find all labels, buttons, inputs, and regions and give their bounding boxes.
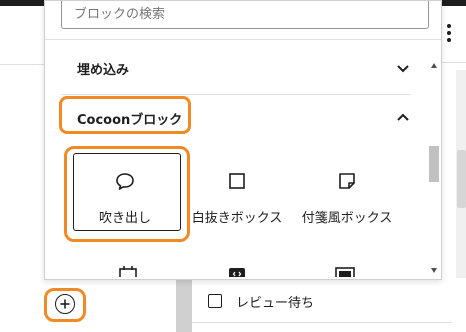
calendar-box-icon[interactable] — [118, 265, 138, 277]
category-divider — [61, 94, 411, 95]
category-cocoon[interactable]: Cocoonブロック — [61, 99, 411, 137]
scroll-down-arrow-icon[interactable] — [431, 268, 437, 273]
block-item-sticky-box[interactable]: 付箋風ボックス — [289, 153, 405, 235]
square-outline-icon — [225, 169, 249, 193]
more-options-icon[interactable] — [445, 24, 453, 44]
header-divider-right — [442, 62, 466, 63]
speech-bubble-icon — [113, 169, 137, 193]
block-item-white-box[interactable]: 白抜きボックス — [179, 153, 295, 235]
inserter-toggle-button[interactable] — [55, 294, 75, 314]
code-box-icon[interactable] — [227, 265, 247, 277]
block-item-speech-balloon[interactable]: 吹き出し — [67, 153, 183, 235]
inserter-scrollbar-thumb[interactable] — [429, 146, 439, 182]
scroll-up-arrow-icon[interactable] — [431, 63, 437, 68]
sticky-note-icon — [335, 169, 359, 193]
header-divider — [0, 64, 44, 65]
block-label: 白抜きボックス — [191, 211, 283, 226]
category-embed[interactable]: 埋め込み — [61, 49, 411, 87]
sidebar-edge — [176, 278, 192, 332]
sidebar-scrollbar-thumb[interactable] — [457, 150, 466, 208]
category-embed-label: 埋め込み — [77, 62, 130, 78]
banner-box-icon[interactable] — [335, 265, 355, 277]
plus-circle-icon — [60, 299, 70, 309]
search-divider — [45, 39, 441, 40]
chevron-down-icon — [397, 65, 409, 73]
block-search[interactable] — [61, 1, 429, 29]
chevron-up-icon — [397, 113, 409, 121]
block-search-input[interactable] — [62, 1, 428, 28]
block-label: 吹き出し — [98, 211, 151, 226]
review-label: レビュー待ち — [236, 295, 315, 311]
category-cocoon-label: Cocoonブロック — [77, 112, 183, 128]
review-checkbox[interactable] — [208, 294, 222, 308]
sidebar-divider — [192, 322, 452, 323]
block-label: 付箋風ボックス — [301, 211, 393, 226]
review-checkbox-row[interactable]: レビュー待ち — [208, 292, 315, 311]
block-inserter-popover: 埋め込み Cocoonブロック 吹き出し 白抜きボックス — [44, 0, 442, 280]
